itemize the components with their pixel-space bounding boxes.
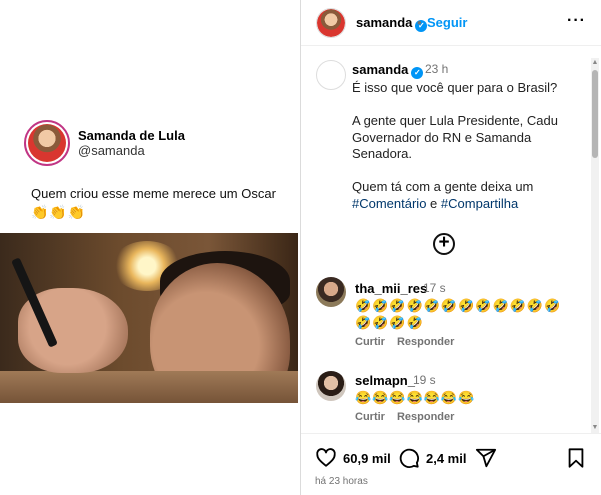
comment-text: 😂😂😂😂😂😂😂: [355, 390, 476, 405]
author-avatar[interactable]: [316, 8, 346, 38]
tweet-emojis: 👏👏👏: [31, 204, 87, 220]
comment-like-button[interactable]: Curtir: [355, 411, 385, 423]
hashtag-link[interactable]: #Compartilha: [441, 196, 518, 211]
scrollbar[interactable]: ▲ ▼: [591, 58, 599, 433]
scroll-up-arrow-icon[interactable]: ▲: [591, 58, 599, 68]
post-media[interactable]: Samanda de Lula @samanda Quem criou esse…: [0, 0, 300, 495]
comment-time: 17 s: [423, 281, 446, 295]
follow-button[interactable]: Seguir: [427, 15, 467, 30]
comment-username[interactable]: tha_mii_res: [355, 281, 427, 296]
comment-icon: [399, 448, 419, 468]
comment-button[interactable]: 2,4 mil: [398, 446, 466, 470]
comment-time: 19 s: [413, 373, 436, 387]
hashtag-link[interactable]: #Comentário: [352, 196, 426, 211]
more-icon[interactable]: ···: [567, 12, 586, 30]
comments-count: 2,4 mil: [426, 450, 467, 466]
tweet-text: Quem criou esse meme merece um Oscar: [31, 186, 276, 201]
comment-username[interactable]: selmapn_: [355, 373, 415, 388]
tweet-avatar: [24, 120, 70, 166]
caption-avatar[interactable]: [316, 60, 346, 90]
meme-image: [0, 233, 298, 403]
save-button[interactable]: [565, 446, 587, 470]
comment-reply-button[interactable]: Responder: [397, 336, 454, 348]
likes-count: 60,9 mil: [343, 450, 391, 466]
share-icon: [475, 448, 497, 468]
post-actions-bar: 60,9 mil 2,4 mil há 23 horas: [301, 433, 601, 495]
comment-reply-button[interactable]: Responder: [397, 411, 454, 423]
comment-actions: Curtir Responder: [355, 411, 466, 423]
tweet-header: Samanda de Lula @samanda: [24, 120, 185, 166]
post-side-panel: samanda ✓ • Seguir ··· samanda ✓ 23 h É is…: [301, 0, 601, 495]
tweet-author-handle: @samanda: [78, 143, 145, 158]
comment-actions: Curtir Responder: [355, 336, 466, 348]
comment-text: 🤣🤣🤣🤣🤣🤣🤣🤣🤣🤣🤣🤣🤣🤣🤣🤣: [355, 298, 562, 330]
add-circle-icon[interactable]: +: [433, 233, 455, 255]
scrollbar-thumb[interactable]: [592, 70, 598, 158]
caption-time: 23 h: [425, 62, 449, 76]
scroll-down-arrow-icon[interactable]: ▼: [591, 423, 599, 433]
header-separator: •: [417, 15, 422, 30]
share-button[interactable]: [475, 446, 497, 470]
caption-username[interactable]: samanda ✓: [352, 62, 424, 79]
caption-text: É isso que você quer para o Brasil? A ge…: [352, 80, 558, 211]
comment-avatar[interactable]: [316, 277, 346, 307]
verified-icon: ✓: [411, 67, 424, 79]
post-header: samanda ✓ • Seguir ···: [301, 0, 601, 46]
tweet-author-name: Samanda de Lula: [78, 128, 185, 143]
comments-scroll-area[interactable]: samanda ✓ 23 h É isso que você quer para …: [301, 47, 601, 433]
comment-avatar[interactable]: [316, 371, 346, 401]
like-button[interactable]: 60,9 mil: [315, 446, 391, 470]
save-icon: [568, 448, 584, 468]
comment-like-button[interactable]: Curtir: [355, 336, 385, 348]
post-timestamp[interactable]: há 23 horas: [315, 476, 368, 487]
heart-icon: [316, 448, 336, 467]
